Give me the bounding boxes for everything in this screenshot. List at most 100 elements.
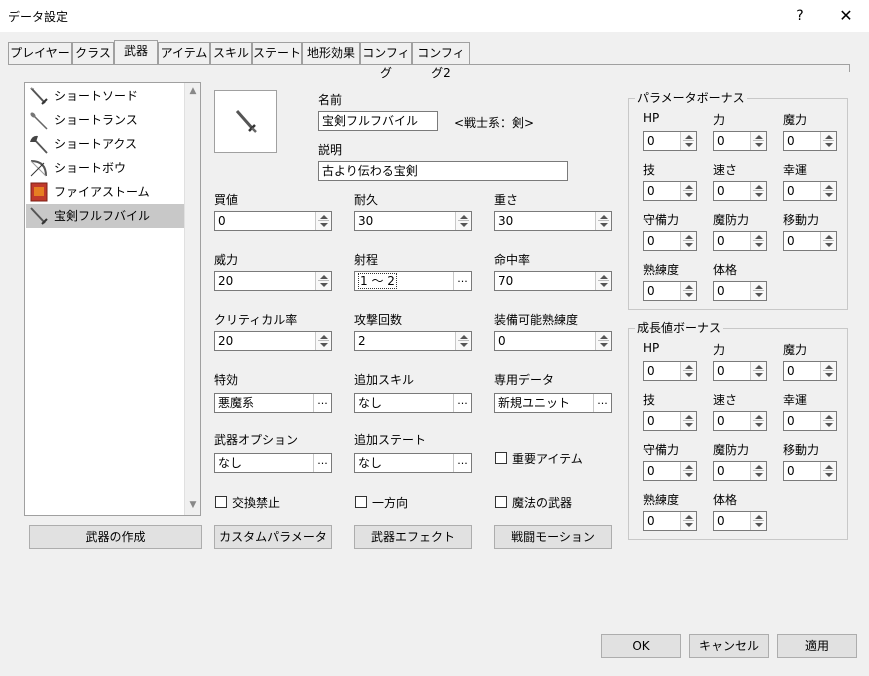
tab-skill[interactable]: スキル <box>210 42 252 64</box>
ok-button[interactable]: OK <box>601 634 681 658</box>
growth_bonus-field[interactable]: 0 <box>783 411 837 431</box>
tab-state[interactable]: ステート <box>252 42 302 64</box>
spin-arrows-icon[interactable] <box>680 182 696 200</box>
spin-arrows-icon[interactable] <box>680 232 696 250</box>
list-item[interactable]: 宝剣フルフバイル <box>26 204 184 228</box>
mastery-field[interactable]: 0 <box>494 331 612 351</box>
list-item[interactable]: ショートソード <box>26 84 184 108</box>
spin-arrows-icon[interactable] <box>680 462 696 480</box>
param_bonus-field[interactable]: 0 <box>783 131 837 151</box>
ellipsis-button[interactable]: ... <box>453 454 471 472</box>
range-field[interactable]: 1 ～ 2... <box>354 271 472 291</box>
one-way-checkbox[interactable] <box>355 496 367 508</box>
spin-arrows-icon[interactable] <box>750 462 766 480</box>
power-field[interactable]: 20 <box>214 271 332 291</box>
param_bonus-field[interactable]: 0 <box>713 181 767 201</box>
weapon-list[interactable]: ショートソード ショートランス ショートアクス ショートボウ ファイアストーム … <box>24 82 201 516</box>
tab-config2[interactable]: コンフィグ2 <box>412 42 470 80</box>
list-item[interactable]: ショートアクス <box>26 132 184 156</box>
tab-player[interactable]: プレイヤー <box>8 42 72 64</box>
tab-item[interactable]: アイテム <box>158 42 210 64</box>
growth_bonus-field[interactable]: 0 <box>643 461 697 481</box>
spin-arrows-icon[interactable] <box>680 132 696 150</box>
param_bonus-field[interactable]: 0 <box>713 131 767 151</box>
growth_bonus-field[interactable]: 0 <box>783 461 837 481</box>
close-button[interactable]: ✕ <box>832 4 860 28</box>
growth_bonus-field[interactable]: 0 <box>783 361 837 381</box>
tab-weapon[interactable]: 武器 <box>114 40 158 64</box>
spin-arrows-icon[interactable] <box>750 282 766 300</box>
spin-arrows-icon[interactable] <box>820 362 836 380</box>
spin-arrows-icon[interactable] <box>750 412 766 430</box>
spin-arrows-icon[interactable] <box>595 332 611 350</box>
apply-button[interactable]: 適用 <box>777 634 857 658</box>
spin-arrows-icon[interactable] <box>820 182 836 200</box>
growth_bonus-field[interactable]: 0 <box>643 411 697 431</box>
list-item[interactable]: ファイアストーム <box>26 180 184 204</box>
spin-arrows-icon[interactable] <box>680 412 696 430</box>
crit-field[interactable]: 20 <box>214 331 332 351</box>
hit-field[interactable]: 70 <box>494 271 612 291</box>
param_bonus-field[interactable]: 0 <box>643 131 697 151</box>
ellipsis-button[interactable]: ... <box>453 272 471 290</box>
spin-arrows-icon[interactable] <box>315 212 331 230</box>
spin-arrows-icon[interactable] <box>315 272 331 290</box>
spin-arrows-icon[interactable] <box>680 282 696 300</box>
ellipsis-button[interactable]: ... <box>453 394 471 412</box>
scroll-down-icon[interactable]: ▼ <box>187 499 199 511</box>
tab-terrain[interactable]: 地形効果 <box>302 42 360 64</box>
spin-arrows-icon[interactable] <box>750 182 766 200</box>
spin-arrows-icon[interactable] <box>820 132 836 150</box>
spin-arrows-icon[interactable] <box>750 232 766 250</box>
description-input[interactable]: 古より伝わる宝剣 <box>318 161 568 181</box>
spin-arrows-icon[interactable] <box>595 272 611 290</box>
magic-weapon-checkbox[interactable] <box>495 496 507 508</box>
addskill-field[interactable]: なし... <box>354 393 472 413</box>
list-item[interactable]: ショートボウ <box>26 156 184 180</box>
weight-field[interactable]: 30 <box>494 211 612 231</box>
tab-class[interactable]: クラス <box>72 42 114 64</box>
price-field[interactable]: 0 <box>214 211 332 231</box>
important-item-checkbox[interactable] <box>495 452 507 464</box>
durability-field[interactable]: 30 <box>354 211 472 231</box>
list-item[interactable]: ショートランス <box>26 108 184 132</box>
custom-param-button[interactable]: カスタムパラメータ <box>214 525 332 549</box>
list-scrollbar[interactable]: ▲ ▼ <box>184 83 200 515</box>
spin-arrows-icon[interactable] <box>750 362 766 380</box>
spin-arrows-icon[interactable] <box>680 362 696 380</box>
param_bonus-field[interactable]: 0 <box>783 231 837 251</box>
spin-arrows-icon[interactable] <box>750 512 766 530</box>
growth_bonus-field[interactable]: 0 <box>713 361 767 381</box>
spin-arrows-icon[interactable] <box>595 212 611 230</box>
growth_bonus-field[interactable]: 0 <box>713 511 767 531</box>
spin-arrows-icon[interactable] <box>750 132 766 150</box>
ellipsis-button[interactable]: ... <box>593 394 611 412</box>
attacks-field[interactable]: 2 <box>354 331 472 351</box>
name-input[interactable]: 宝剣フルフバイル <box>318 111 438 131</box>
param_bonus-field[interactable]: 0 <box>643 281 697 301</box>
effective-field[interactable]: 悪魔系... <box>214 393 332 413</box>
spin-arrows-icon[interactable] <box>820 462 836 480</box>
cancel-button[interactable]: キャンセル <box>689 634 769 658</box>
param_bonus-field[interactable]: 0 <box>783 181 837 201</box>
no-trade-checkbox[interactable] <box>215 496 227 508</box>
spin-arrows-icon[interactable] <box>455 212 471 230</box>
param_bonus-field[interactable]: 0 <box>643 181 697 201</box>
spin-arrows-icon[interactable] <box>820 232 836 250</box>
growth_bonus-field[interactable]: 0 <box>713 411 767 431</box>
help-button[interactable]: ? <box>786 4 814 28</box>
tab-config[interactable]: コンフィグ <box>360 42 412 80</box>
spin-arrows-icon[interactable] <box>820 412 836 430</box>
option-field[interactable]: なし... <box>214 453 332 473</box>
spin-arrows-icon[interactable] <box>455 332 471 350</box>
exclusive-field[interactable]: 新規ユニット... <box>494 393 612 413</box>
addstate-field[interactable]: なし... <box>354 453 472 473</box>
growth_bonus-field[interactable]: 0 <box>643 361 697 381</box>
growth_bonus-field[interactable]: 0 <box>713 461 767 481</box>
battle-motion-button[interactable]: 戦闘モーション <box>494 525 612 549</box>
ellipsis-button[interactable]: ... <box>313 454 331 472</box>
param_bonus-field[interactable]: 0 <box>713 231 767 251</box>
param_bonus-field[interactable]: 0 <box>713 281 767 301</box>
param_bonus-field[interactable]: 0 <box>643 231 697 251</box>
growth_bonus-field[interactable]: 0 <box>643 511 697 531</box>
